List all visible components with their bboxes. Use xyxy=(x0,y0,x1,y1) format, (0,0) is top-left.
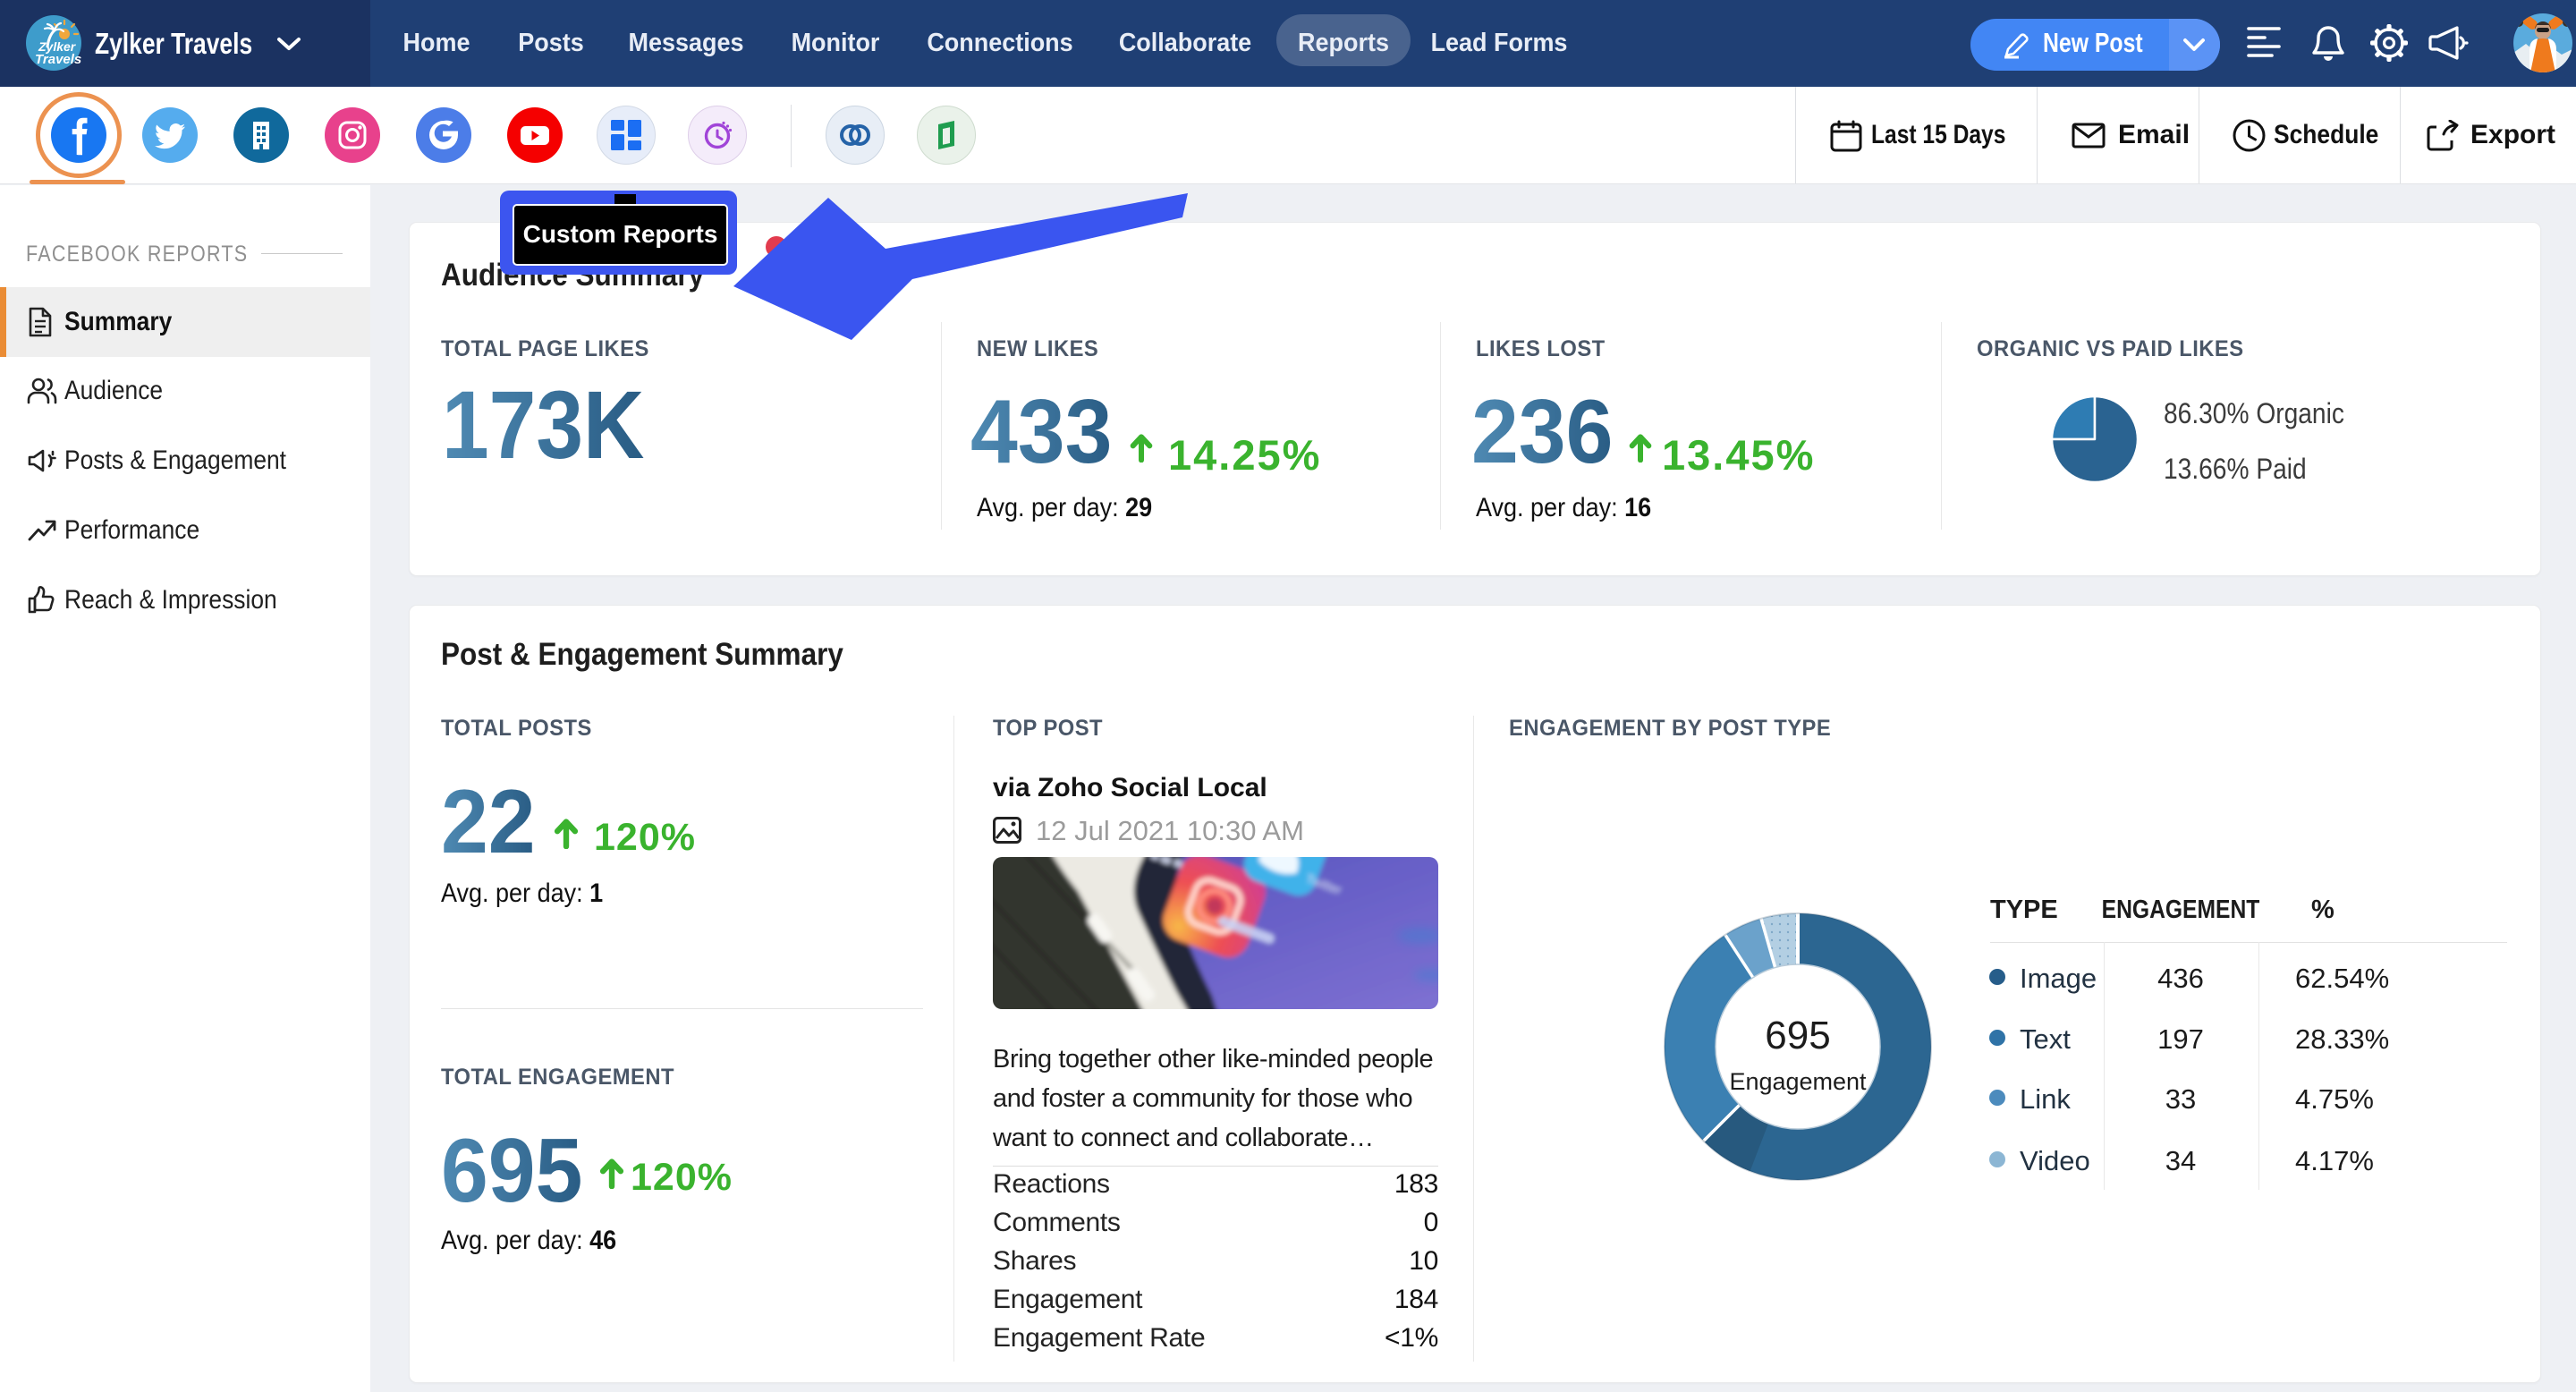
svg-text:Travels: Travels xyxy=(35,52,81,67)
svg-text:Engagement: Engagement xyxy=(1729,1068,1867,1095)
svg-text:695: 695 xyxy=(1765,1014,1830,1057)
